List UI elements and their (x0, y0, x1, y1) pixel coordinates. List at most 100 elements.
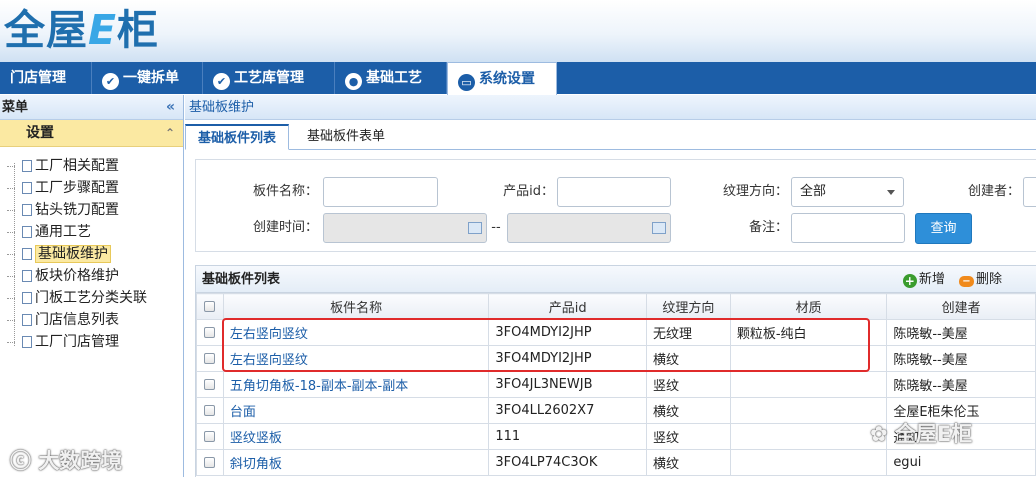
board-name-link[interactable]: 五角切角板-18-副本-副本-副本 (222, 371, 490, 398)
table-row[interactable]: 五角切角板-18-副本-副本-副本 3FO4JL3NEWJB 竖纹 陈晓敏--美… (196, 371, 1036, 398)
document-icon (22, 336, 32, 348)
creator-label: 创建者： (967, 184, 1020, 199)
column-header-product-id[interactable]: 产品id (488, 293, 648, 320)
document-icon (22, 182, 32, 194)
column-header-creator[interactable]: 创建者 (886, 293, 1036, 320)
row-checkbox-cell (196, 397, 224, 424)
table-row[interactable]: 左右竖向竖纹 3FO4MDYI2JHP 横纹 陈晓敏--美屋 (196, 345, 1036, 372)
nav-item-one-click-split[interactable]: ✔ 一键拆单 (92, 62, 203, 94)
sidebar-header: 菜单 « (0, 95, 183, 120)
grain-cell: 竖纹 (646, 423, 731, 450)
app-logo: 全屋E柜 (4, 6, 160, 54)
product-id-cell: 3FO4LP74C3OK (488, 449, 648, 476)
chevron-down-icon (887, 190, 895, 195)
table-header-row: 板件名称 产品id 纹理方向 材质 创建者 (196, 293, 1036, 320)
sidebar-item-label: 门板工艺分类关联 (35, 290, 147, 306)
document-icon (22, 204, 32, 216)
sidebar-item-drill-cutter[interactable]: 钻头铣刀配置 (7, 199, 147, 221)
calendar-icon[interactable] (468, 222, 482, 234)
table-row[interactable]: 左右竖向竖纹 3FO4MDYI2JHP 无纹理 颗粒板-纯白 陈晓敏--美屋 (196, 319, 1036, 346)
table-row[interactable]: 斜切角板 3FO4LP74C3OK 横纹 egui (196, 449, 1036, 476)
row-checkbox-cell (196, 449, 224, 476)
board-name-link[interactable]: 竖纹竖板 (222, 423, 490, 450)
sidebar-tree: 工厂相关配置 工厂步骤配置 钻头铣刀配置 通用工艺 基础板维护 板块价格维护 门… (7, 155, 147, 353)
nav-item-basic-process[interactable]: ● 基础工艺 (335, 62, 447, 94)
sidebar-item-factory-store[interactable]: 工厂门店管理 (7, 331, 147, 353)
breadcrumb: 基础板维护 (185, 95, 1036, 120)
watermark-left-text: 大数跨境 (38, 449, 123, 473)
sidebar-item-base-board[interactable]: 基础板维护 (7, 243, 147, 265)
row-checkbox[interactable] (204, 353, 216, 364)
collapse-sidebar-icon[interactable]: « (166, 95, 175, 120)
nav-item-label: 工艺库管理 (234, 70, 304, 86)
sidebar-item-store-info[interactable]: 门店信息列表 (7, 309, 147, 331)
sidebar-item-label: 工厂相关配置 (35, 158, 119, 174)
sidebar-group-settings[interactable]: 设置 ⌃ (0, 120, 183, 147)
row-checkbox[interactable] (204, 379, 216, 390)
column-header-material[interactable]: 材质 (729, 293, 888, 320)
circle-icon: ● (345, 73, 362, 90)
create-time-label: 创建时间： (252, 220, 318, 235)
creator-input[interactable] (1023, 177, 1036, 207)
sidebar-item-factory-config[interactable]: 工厂相关配置 (7, 155, 147, 177)
sidebar-item-label: 工厂步骤配置 (35, 180, 119, 196)
grid-actions: + 新增 − 删除 (893, 266, 1002, 293)
sidebar-title: 菜单 (2, 100, 29, 115)
grain-cell: 横纹 (646, 449, 731, 476)
row-checkbox[interactable] (204, 457, 216, 468)
sidebar-item-label: 钻头铣刀配置 (35, 202, 119, 218)
plus-icon: + (902, 274, 917, 288)
column-header-name[interactable]: 板件名称 (222, 293, 490, 320)
board-name-label: 板件名称： (252, 184, 318, 199)
document-icon (22, 248, 32, 260)
grid-title-bar: 基础板件列表 + 新增 − 删除 (196, 266, 1036, 293)
calendar-icon[interactable] (652, 222, 666, 234)
grain-cell: 横纹 (646, 397, 731, 424)
delete-button[interactable]: − 删除 (958, 272, 1002, 287)
creator-cell: 陈晓敏--美屋 (886, 371, 1036, 398)
tab-board-form[interactable]: 基础板件表单 (295, 124, 397, 150)
query-button[interactable]: 查询 (915, 213, 972, 244)
document-icon (22, 160, 32, 172)
material-cell (729, 449, 888, 476)
row-checkbox[interactable] (204, 327, 216, 338)
product-id-input[interactable] (557, 177, 671, 207)
sidebar-item-general-process[interactable]: 通用工艺 (7, 221, 147, 243)
material-cell (729, 397, 888, 424)
sidebar-item-factory-steps[interactable]: 工厂步骤配置 (7, 177, 147, 199)
board-name-link[interactable]: 台面 (222, 397, 490, 424)
nav-item-system-settings[interactable]: ▭ 系统设置 (447, 62, 557, 95)
remark-label: 备注： (748, 220, 788, 235)
watermark-left: ⓒ 大数跨境 (10, 449, 123, 473)
column-header-grain[interactable]: 纹理方向 (646, 293, 731, 320)
sidebar-item-board-price[interactable]: 板块价格维护 (7, 265, 147, 287)
material-cell (729, 423, 888, 450)
tab-board-list[interactable]: 基础板件列表 (185, 124, 290, 150)
row-checkbox[interactable] (204, 431, 216, 442)
product-id-cell: 3FO4LL2602X7 (488, 397, 648, 424)
grain-cell: 竖纹 (646, 371, 731, 398)
sidebar-item-label: 门店信息列表 (35, 312, 119, 328)
chevron-up-icon[interactable]: ⌃ (165, 120, 175, 147)
board-name-link[interactable]: 左右竖向竖纹 (222, 319, 490, 346)
nav-item-store-management[interactable]: 门店管理 (0, 62, 92, 94)
board-name-link[interactable]: 左右竖向竖纹 (222, 345, 490, 372)
board-name-input[interactable] (323, 177, 438, 207)
document-icon (22, 226, 32, 238)
nav-item-process-library[interactable]: ✔ 工艺库管理 (203, 62, 335, 94)
row-checkbox[interactable] (204, 405, 216, 416)
create-time-start-input[interactable] (323, 213, 487, 243)
product-id-cell: 3FO4JL3NEWJB (488, 371, 648, 398)
top-nav: 门店管理 ✔ 一键拆单 ✔ 工艺库管理 ● 基础工艺 ▭ 系统设置 (0, 62, 1036, 95)
remark-input[interactable] (791, 213, 905, 243)
sidebar-item-door-category[interactable]: 门板工艺分类关联 (7, 287, 147, 309)
add-button[interactable]: + 新增 (902, 272, 945, 288)
grain-direction-select[interactable]: 全部 (791, 177, 904, 207)
board-name-link[interactable]: 斜切角板 (222, 449, 490, 476)
creator-cell: 陈晓敏--美屋 (886, 319, 1036, 346)
check-circle-icon: ✔ (213, 73, 230, 90)
row-checkbox-cell (196, 345, 224, 372)
minus-icon: − (958, 276, 974, 287)
create-time-end-input[interactable] (507, 213, 671, 243)
select-all-checkbox[interactable] (204, 301, 216, 312)
